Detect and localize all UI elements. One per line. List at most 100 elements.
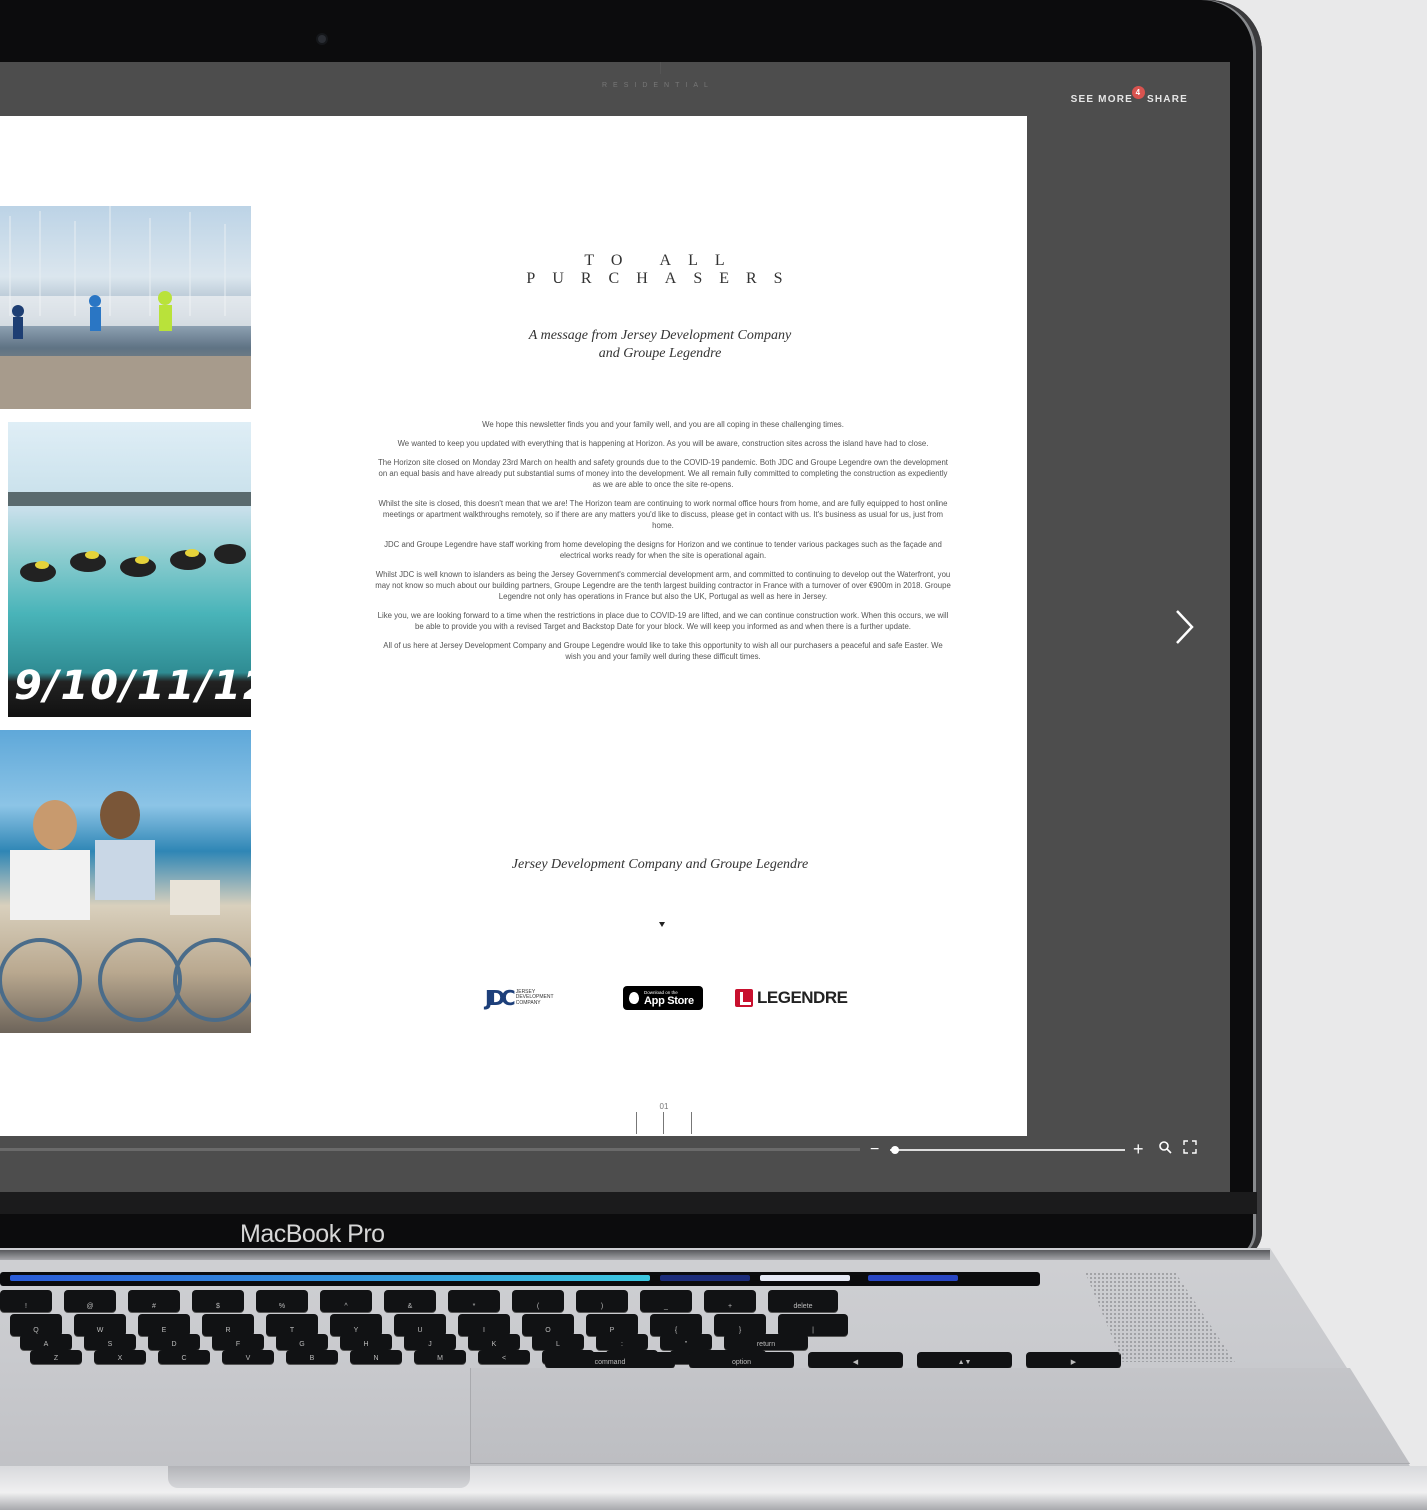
see-more-badge: 4 bbox=[1131, 86, 1145, 99]
arrow-right-key[interactable]: ▶ bbox=[1026, 1352, 1121, 1368]
page-tick-left bbox=[636, 1112, 637, 1134]
key[interactable]: $ bbox=[192, 1290, 244, 1312]
key[interactable]: # bbox=[128, 1290, 180, 1312]
key[interactable]: W bbox=[74, 1314, 126, 1336]
jdc-text: JERSEY DEVELOPMENT COMPANY bbox=[515, 988, 554, 1006]
key[interactable]: : bbox=[596, 1334, 648, 1350]
key[interactable]: ) bbox=[576, 1290, 628, 1312]
key[interactable]: R bbox=[202, 1314, 254, 1336]
jdc-mark: JDC bbox=[485, 986, 516, 1010]
key[interactable]: H bbox=[340, 1334, 392, 1350]
key[interactable]: % bbox=[256, 1290, 308, 1312]
delete-key[interactable]: delete bbox=[768, 1290, 838, 1312]
page-progress-track[interactable] bbox=[0, 1148, 860, 1151]
zoom-in-button[interactable]: + bbox=[1133, 1139, 1144, 1160]
page-number-label: 01 bbox=[659, 1102, 669, 1111]
key[interactable]: L bbox=[532, 1334, 584, 1350]
key[interactable]: J bbox=[404, 1334, 456, 1350]
key[interactable]: } bbox=[714, 1314, 766, 1336]
triangle-marker-icon bbox=[659, 922, 665, 927]
trackpad[interactable] bbox=[470, 1368, 1410, 1464]
key[interactable]: | bbox=[778, 1314, 848, 1336]
return-key[interactable]: return bbox=[724, 1334, 808, 1350]
key-row-3: A S D F G H J K L : " return bbox=[20, 1334, 808, 1350]
option-key[interactable]: option bbox=[689, 1352, 794, 1368]
hinge bbox=[0, 1250, 1270, 1260]
key[interactable]: O bbox=[522, 1314, 574, 1336]
see-more-button[interactable]: SEE MORE 4 bbox=[1070, 86, 1145, 105]
legendre-logo: LEGENDRE bbox=[735, 988, 848, 1008]
key[interactable]: Q bbox=[10, 1314, 62, 1336]
triathlon-swim-photo: 9/10/11/12 bbox=[8, 422, 251, 717]
letter-title: TO ALL PURCHASERS bbox=[526, 252, 800, 287]
jdc-logo: JDC JERSEY DEVELOPMENT COMPANY bbox=[485, 986, 556, 1010]
running-head-center: RESIDENTIAL bbox=[602, 82, 714, 89]
key[interactable]: & bbox=[384, 1290, 436, 1312]
key-row-2: Q W E R T Y U I O P { } | bbox=[10, 1314, 848, 1336]
key[interactable]: D bbox=[148, 1334, 200, 1350]
running-head-left: N bbox=[0, 138, 1, 145]
screen-bezel-bottom bbox=[0, 1192, 1257, 1214]
key[interactable]: U bbox=[394, 1314, 446, 1336]
key[interactable]: F bbox=[212, 1334, 264, 1350]
key[interactable]: " bbox=[660, 1334, 712, 1350]
apple-icon bbox=[629, 992, 639, 1004]
fullscreen-icon[interactable] bbox=[1183, 1140, 1197, 1157]
zoom-slider-track[interactable] bbox=[890, 1149, 1125, 1151]
viewer-actions: SEE MORE 4 SHARE bbox=[1070, 86, 1188, 105]
screen: SEE MORE 4 SHARE N RESIDENTIAL bbox=[0, 62, 1230, 1192]
key[interactable]: _ bbox=[640, 1290, 692, 1312]
key[interactable]: ( bbox=[512, 1290, 564, 1312]
key[interactable]: K bbox=[468, 1334, 520, 1350]
page-tick-right bbox=[691, 1112, 692, 1134]
command-key[interactable]: command bbox=[545, 1352, 675, 1368]
letter-body: We hope this newsletter finds you and yo… bbox=[375, 419, 951, 670]
subtitle-line-2: and Groupe Legendre bbox=[598, 346, 722, 361]
page-number: 01 bbox=[636, 1102, 692, 1136]
zoom-slider-knob[interactable] bbox=[890, 1146, 899, 1154]
chevron-right-icon[interactable] bbox=[1170, 607, 1198, 647]
key[interactable]: Y bbox=[330, 1314, 382, 1336]
logo-row: JDC JERSEY DEVELOPMENT COMPANY Download … bbox=[485, 986, 848, 1012]
appstore-big-text: App Store bbox=[644, 994, 694, 1007]
device-label: MacBook Pro bbox=[240, 1220, 385, 1248]
key[interactable]: T bbox=[266, 1314, 318, 1336]
camera bbox=[318, 35, 326, 43]
key[interactable]: G bbox=[276, 1334, 328, 1350]
see-more-label: SEE MORE bbox=[1070, 94, 1133, 105]
paragraph: Whilst the site is closed, this doesn't … bbox=[378, 499, 948, 530]
key[interactable]: ^ bbox=[320, 1290, 372, 1312]
lane-numbers: 9/10/11/12 bbox=[14, 663, 251, 709]
paragraph: All of us here at Jersey Development Com… bbox=[383, 641, 943, 661]
key-row-5: command option ◀ ▲▼ ▶ bbox=[545, 1352, 1121, 1368]
share-button[interactable]: SHARE bbox=[1147, 94, 1188, 105]
paragraph: Like you, we are looking forward to a ti… bbox=[377, 611, 949, 631]
key[interactable]: ! bbox=[0, 1290, 52, 1312]
legendre-mark-icon bbox=[735, 989, 753, 1007]
key[interactable]: I bbox=[458, 1314, 510, 1336]
key[interactable]: A bbox=[20, 1334, 72, 1350]
zoom-search-icon[interactable] bbox=[1158, 1140, 1172, 1157]
marina-runners-photo bbox=[0, 206, 251, 409]
zoom-controls: − + bbox=[870, 1138, 1210, 1162]
key[interactable]: + bbox=[704, 1290, 756, 1312]
arrow-updown-key[interactable]: ▲▼ bbox=[917, 1352, 1012, 1368]
key[interactable]: * bbox=[448, 1290, 500, 1312]
paragraph: JDC and Groupe Legendre have staff worki… bbox=[384, 540, 942, 560]
head-tick bbox=[660, 62, 661, 74]
zoom-out-button[interactable]: − bbox=[870, 1141, 879, 1159]
key[interactable]: { bbox=[650, 1314, 702, 1336]
paragraph: We wanted to keep you updated with every… bbox=[397, 439, 929, 448]
legendre-text: LEGENDRE bbox=[757, 988, 848, 1007]
page-tick-center bbox=[663, 1112, 664, 1134]
paragraph: The Horizon site closed on Monday 23rd M… bbox=[378, 458, 948, 489]
app-store-badge[interactable]: Download on the App Store bbox=[623, 986, 703, 1010]
letter-subtitle: A message from Jersey Development Compan… bbox=[450, 327, 870, 363]
laptop-lid: SEE MORE 4 SHARE N RESIDENTIAL bbox=[0, 0, 1262, 1258]
arrow-left-key[interactable]: ◀ bbox=[808, 1352, 903, 1368]
opening-notch bbox=[168, 1466, 470, 1488]
key[interactable]: E bbox=[138, 1314, 190, 1336]
key[interactable]: @ bbox=[64, 1290, 116, 1312]
key[interactable]: P bbox=[586, 1314, 638, 1336]
key[interactable]: S bbox=[84, 1334, 136, 1350]
